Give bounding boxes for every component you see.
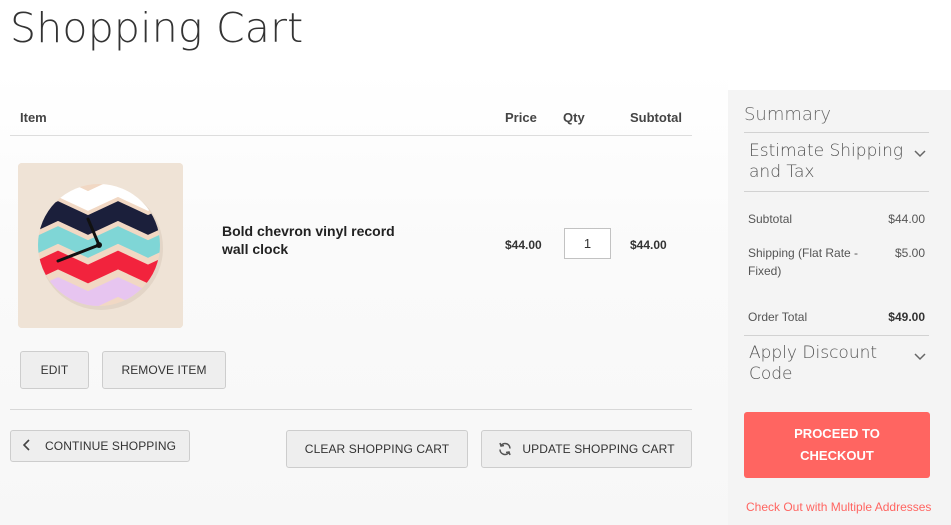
- table-header: Item Price Qty Subtotal: [10, 100, 692, 136]
- summary-title: Summary: [744, 104, 831, 125]
- chevron-clock-image: [18, 163, 183, 328]
- chevron-down-icon[interactable]: [914, 348, 926, 366]
- multiple-addresses-link[interactable]: Check Out with Multiple Addresses: [746, 500, 931, 514]
- shipping-label: Shipping (Flat Rate - Fixed): [748, 246, 859, 278]
- order-summary: Summary Estimate Shipping and Tax Subtot…: [728, 90, 951, 525]
- header-qty: Qty: [563, 110, 585, 125]
- item-price: $44.00: [505, 238, 542, 252]
- summary-divider: [744, 132, 929, 133]
- row-divider: [10, 409, 692, 410]
- chevron-down-icon[interactable]: [914, 145, 926, 163]
- header-price: Price: [505, 110, 537, 125]
- summary-divider: [744, 335, 929, 336]
- header-item: Item: [20, 110, 47, 125]
- discount-code-toggle[interactable]: Apply Discount Code: [749, 343, 909, 385]
- qty-input[interactable]: [564, 228, 611, 259]
- edit-button[interactable]: Edit: [20, 351, 89, 389]
- item-subtotal: $44.00: [630, 238, 667, 252]
- shipping-value: $5.00: [894, 246, 925, 260]
- update-cart-label: Update Shopping Cart: [522, 442, 675, 456]
- continue-shopping-label: Continue Shopping: [45, 439, 177, 453]
- order-total-value: $49.00: [888, 310, 925, 324]
- remove-item-button[interactable]: Remove item: [102, 351, 226, 389]
- order-total-label: Order Total: [748, 310, 808, 324]
- clear-cart-button[interactable]: Clear Shopping Cart: [286, 430, 468, 468]
- subtotal-value: $44.00: [888, 212, 925, 226]
- summary-divider: [744, 191, 929, 192]
- product-image[interactable]: [18, 163, 183, 328]
- refresh-icon: [498, 442, 512, 456]
- subtotal-label: Subtotal: [748, 212, 793, 226]
- update-cart-button[interactable]: Update Shopping Cart: [481, 430, 692, 468]
- page-title: Shopping Cart: [10, 4, 304, 52]
- proceed-to-checkout-button[interactable]: Proceed to Checkout: [744, 412, 930, 478]
- product-name-link[interactable]: Bold chevron vinyl record wall clock: [222, 222, 422, 258]
- estimate-shipping-toggle[interactable]: Estimate Shipping and Tax: [749, 141, 909, 183]
- continue-shopping-button[interactable]: Continue Shopping: [10, 430, 190, 462]
- header-subtotal: Subtotal: [630, 110, 682, 125]
- chevron-left-icon: [22, 438, 31, 454]
